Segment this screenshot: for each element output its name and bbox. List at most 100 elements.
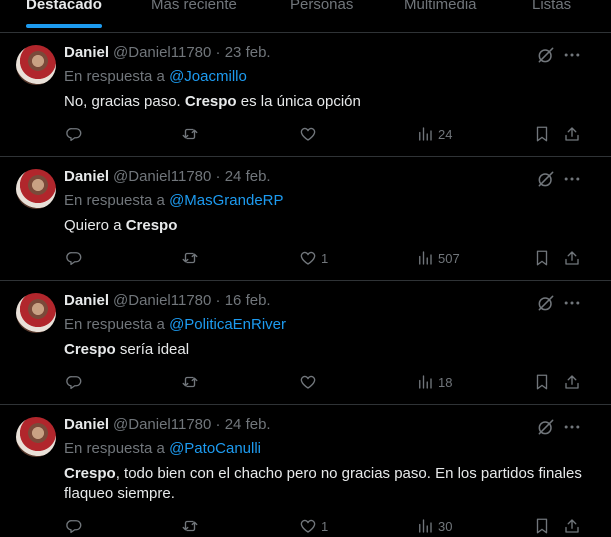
avatar[interactable] bbox=[16, 417, 56, 457]
text-part: Quiero a bbox=[64, 217, 126, 234]
author-handle[interactable]: @Daniel11780 bbox=[113, 44, 211, 61]
tweet-date[interactable]: 24 feb. bbox=[225, 168, 271, 185]
share-button[interactable] bbox=[563, 124, 581, 144]
reply-mention[interactable]: @PatoCanulli bbox=[169, 440, 261, 457]
view-count: 507 bbox=[438, 250, 460, 266]
bookmark-button[interactable] bbox=[533, 372, 551, 392]
author-name[interactable]: Daniel bbox=[64, 44, 109, 61]
text-part-bold: Crespo bbox=[64, 341, 116, 358]
reply-button[interactable] bbox=[65, 124, 83, 144]
reply-mention[interactable]: @MasGrandeRP bbox=[169, 192, 283, 209]
like-count: 1 bbox=[321, 250, 329, 266]
like-button[interactable] bbox=[299, 124, 321, 144]
text-part-bold: Crespo bbox=[125, 217, 178, 234]
share-icon bbox=[565, 519, 579, 533]
tweet[interactable]: Daniel @Daniel11780 · 24 feb. En respuest… bbox=[0, 157, 611, 281]
share-icon bbox=[565, 375, 579, 389]
text-part-bold: Crespo bbox=[184, 93, 237, 110]
bookmark-icon bbox=[536, 374, 548, 390]
reply-button[interactable] bbox=[65, 248, 83, 268]
reply-prefix: En respuesta a bbox=[64, 68, 165, 85]
more-icon[interactable] bbox=[562, 45, 582, 65]
retweet-icon bbox=[182, 520, 198, 532]
tweet[interactable]: Daniel @Daniel11780 · 24 feb. En respuest… bbox=[0, 405, 611, 537]
tweet[interactable]: Daniel @Daniel11780 · 16 feb. En respuest… bbox=[0, 281, 611, 405]
text-part: , todo bien con el chacho pero no gracia… bbox=[64, 465, 582, 502]
reply-button[interactable] bbox=[65, 516, 83, 536]
reply-icon bbox=[66, 252, 82, 266]
tweet[interactable]: Daniel @Daniel11780 · 23 feb. En respuest… bbox=[0, 33, 611, 157]
bookmark-button[interactable] bbox=[533, 516, 551, 536]
views-icon bbox=[419, 375, 432, 389]
retweet-icon bbox=[182, 376, 198, 388]
share-button[interactable] bbox=[563, 248, 581, 268]
views-button[interactable]: 24 bbox=[416, 124, 452, 144]
author-handle[interactable]: @Daniel11780 bbox=[113, 168, 211, 185]
tweet-date[interactable]: 16 feb. bbox=[225, 292, 271, 309]
text-part: es la única opción bbox=[236, 93, 361, 110]
tweet-text: No, gracias paso. Crespo es la única opc… bbox=[64, 92, 584, 112]
view-count: 24 bbox=[438, 126, 453, 142]
reply-button[interactable] bbox=[65, 372, 83, 392]
reply-context: En respuesta a @Joacmillo bbox=[64, 68, 247, 85]
like-icon bbox=[300, 251, 316, 265]
tab-listas[interactable]: Listas bbox=[532, 0, 571, 13]
reply-prefix: En respuesta a bbox=[64, 316, 165, 333]
more-icon[interactable] bbox=[562, 417, 582, 437]
tab-destacado[interactable]: Destacado bbox=[26, 0, 102, 28]
avatar[interactable] bbox=[16, 169, 56, 209]
more-icon[interactable] bbox=[562, 293, 582, 313]
grok-icon[interactable] bbox=[536, 417, 556, 437]
author-name[interactable]: Daniel bbox=[64, 168, 109, 185]
tab-label: Más reciente bbox=[151, 0, 237, 13]
author-name[interactable]: Daniel bbox=[64, 292, 109, 309]
author-name[interactable]: Daniel bbox=[64, 416, 109, 433]
tab-label: Multimedia bbox=[404, 0, 477, 13]
tab-mas-reciente[interactable]: Más reciente bbox=[151, 0, 237, 13]
like-button[interactable] bbox=[299, 372, 321, 392]
reply-prefix: En respuesta a bbox=[64, 192, 165, 209]
bookmark-button[interactable] bbox=[533, 124, 551, 144]
reply-context: En respuesta a @PatoCanulli bbox=[64, 440, 261, 457]
grok-icon[interactable] bbox=[536, 293, 556, 313]
views-button[interactable]: 18 bbox=[416, 372, 452, 392]
tab-multimedia[interactable]: Multimedia bbox=[404, 0, 477, 13]
grok-icon[interactable] bbox=[536, 169, 556, 189]
reply-icon bbox=[66, 376, 82, 390]
tab-label: Listas bbox=[532, 0, 572, 13]
views-button[interactable]: 30 bbox=[416, 516, 452, 536]
bookmark-button[interactable] bbox=[533, 248, 551, 268]
tab-personas[interactable]: Personas bbox=[290, 0, 353, 13]
tweet-header: Daniel @Daniel11780 · 23 feb. bbox=[64, 44, 271, 61]
tweet-header: Daniel @Daniel11780 · 16 feb. bbox=[64, 292, 271, 309]
like-button[interactable]: 1 bbox=[299, 248, 328, 268]
text-part-bold: Crespo bbox=[64, 465, 116, 482]
bookmark-icon bbox=[536, 126, 548, 142]
tweet-actions: 1 507 bbox=[0, 248, 611, 268]
tweet-header: Daniel @Daniel11780 · 24 feb. bbox=[64, 168, 271, 185]
retweet-button[interactable] bbox=[181, 372, 199, 392]
retweet-button[interactable] bbox=[181, 516, 199, 536]
more-icon[interactable] bbox=[562, 169, 582, 189]
text-part: No, gracias paso. bbox=[64, 93, 185, 110]
reply-mention[interactable]: @Joacmillo bbox=[169, 68, 247, 85]
views-icon bbox=[419, 519, 432, 533]
retweet-button[interactable] bbox=[181, 124, 199, 144]
author-handle[interactable]: @Daniel11780 bbox=[113, 416, 211, 433]
tweet-date[interactable]: 23 feb. bbox=[225, 44, 271, 61]
share-button[interactable] bbox=[563, 372, 581, 392]
like-icon bbox=[300, 127, 316, 141]
like-icon bbox=[300, 375, 316, 389]
reply-context: En respuesta a @PoliticaEnRiver bbox=[64, 316, 286, 333]
reply-mention[interactable]: @PoliticaEnRiver bbox=[169, 316, 286, 333]
tab-label: Personas bbox=[290, 0, 354, 13]
avatar[interactable] bbox=[16, 45, 56, 85]
like-button[interactable]: 1 bbox=[299, 516, 328, 536]
views-button[interactable]: 507 bbox=[416, 248, 460, 268]
tweet-date[interactable]: 24 feb. bbox=[225, 416, 271, 433]
avatar[interactable] bbox=[16, 293, 56, 333]
author-handle[interactable]: @Daniel11780 bbox=[113, 292, 211, 309]
share-button[interactable] bbox=[563, 516, 581, 536]
retweet-button[interactable] bbox=[181, 248, 199, 268]
grok-icon[interactable] bbox=[536, 45, 556, 65]
